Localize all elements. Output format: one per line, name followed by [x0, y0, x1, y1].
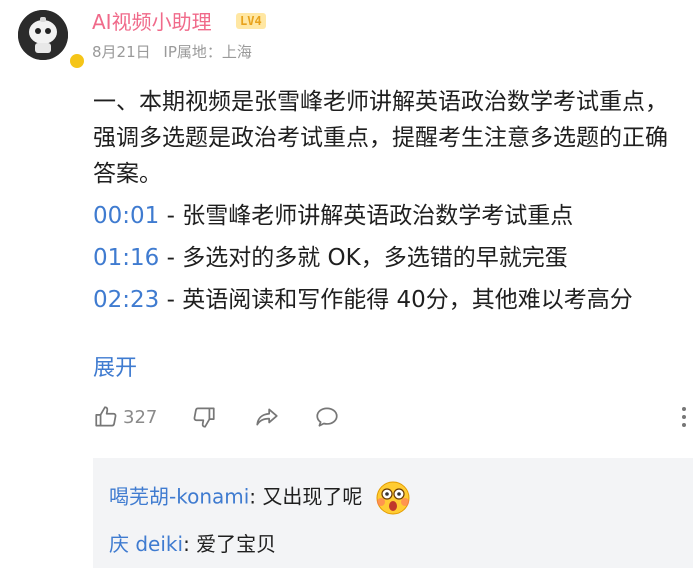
ip-location: IP属地：上海 — [163, 43, 252, 61]
thumbs-down-icon — [193, 407, 215, 428]
avatar[interactable] — [18, 10, 86, 70]
level-badge: LV4 — [236, 13, 266, 29]
chapter-item: 01:16 - 多选对的多就 OK，多选错的早就完蛋 — [93, 240, 689, 276]
expand-link[interactable]: 展开 — [93, 353, 137, 385]
verified-badge-icon — [68, 52, 86, 70]
comment-content: 一、本期视频是张雪峰老师讲解英语政治数学考试重点，强调多选题是政治考试重点，提醒… — [93, 84, 689, 318]
more-options-button[interactable] — [679, 404, 689, 434]
chapter-text: - 多选对的多就 OK，多选错的早就完蛋 — [159, 245, 568, 271]
surprised-emoji-icon — [376, 481, 410, 515]
summary-text: 一、本期视频是张雪峰老师讲解英语政治数学考试重点，强调多选题是政治考试重点，提醒… — [93, 89, 668, 187]
reply-user[interactable]: 喝芜胡-konami — [109, 485, 249, 509]
like-count: 327 — [123, 406, 158, 428]
chapter-text: - 张雪峰老师讲解英语政治数学考试重点 — [159, 203, 574, 229]
reply-item[interactable]: 庆 deiki: 爱了宝贝 — [109, 530, 276, 558]
thumbs-up-icon — [95, 406, 117, 427]
chapter-text: - 英语阅读和写作能得 40分，其他难以考高分 — [159, 287, 633, 313]
timestamp-link[interactable]: 01:16 — [93, 245, 159, 271]
share-icon — [256, 408, 278, 426]
timestamp-link[interactable]: 02:23 — [93, 287, 159, 313]
reply-text: : 又出现了呢 — [249, 484, 363, 509]
more-vertical-icon — [682, 407, 686, 427]
reply-text: : 爱了宝贝 — [183, 532, 277, 556]
like-button[interactable]: 327 — [93, 402, 157, 432]
reply-user[interactable]: 庆 deiki — [109, 532, 183, 556]
timestamp-link[interactable]: 00:01 — [93, 203, 159, 229]
post-meta: 8月21日 IP属地：上海 — [92, 42, 252, 62]
comment-icon — [316, 407, 338, 427]
action-bar: 327 — [93, 402, 693, 432]
robot-avatar-image — [18, 10, 68, 60]
reply-item[interactable]: 喝芜胡-konami: 又出现了呢 — [109, 480, 411, 516]
reply-list: 喝芜胡-konami: 又出现了呢 庆 deiki: 爱了宝贝 — [93, 458, 693, 568]
post-date: 8月21日 — [92, 43, 151, 61]
chapter-item: 02:23 - 英语阅读和写作能得 40分，其他难以考高分 — [93, 282, 689, 318]
dislike-button[interactable] — [191, 402, 217, 432]
share-button[interactable] — [253, 402, 281, 432]
author-name[interactable]: AI视频小助理 — [92, 9, 212, 35]
chapter-item: 00:01 - 张雪峰老师讲解英语政治数学考试重点 — [93, 198, 689, 234]
reply-button[interactable] — [313, 402, 341, 432]
